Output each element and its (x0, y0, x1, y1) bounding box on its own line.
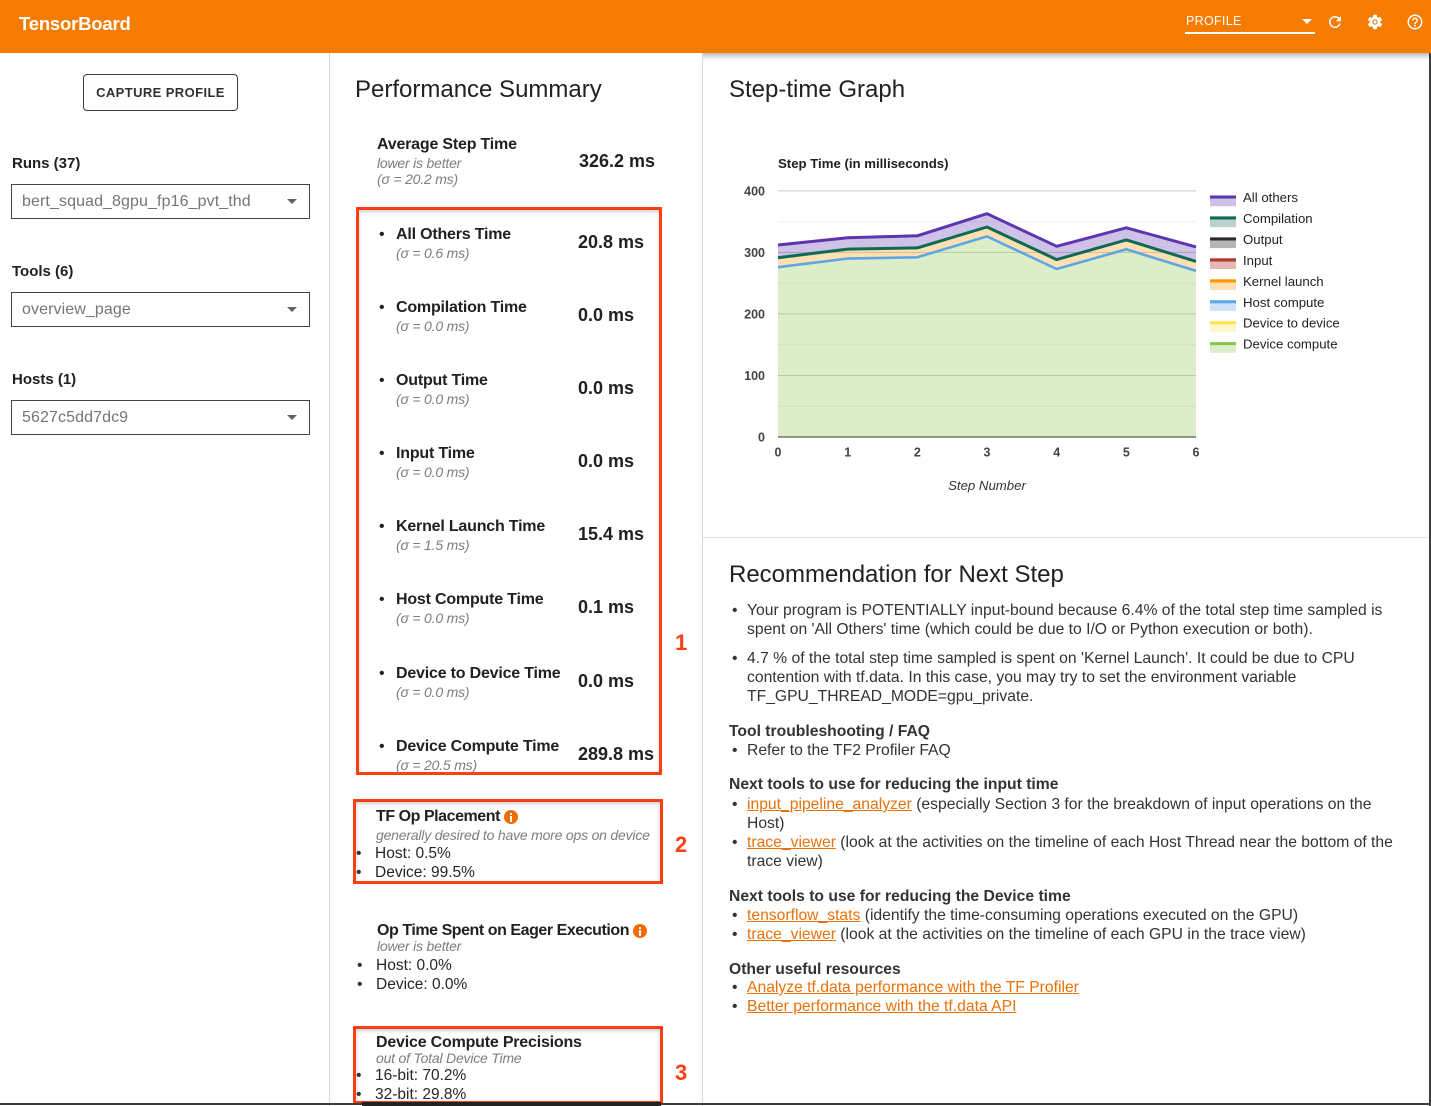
svg-text:4: 4 (1053, 446, 1060, 460)
svg-text:0: 0 (758, 431, 765, 445)
svg-text:200: 200 (744, 307, 765, 321)
svg-text:Device to device: Device to device (1243, 316, 1340, 331)
svg-text:Kernel launch: Kernel launch (1243, 274, 1324, 289)
svg-text:Input: Input (1243, 253, 1273, 268)
svg-text:Step Time (in milliseconds): Step Time (in milliseconds) (778, 156, 949, 171)
svg-text:Compilation: Compilation (1243, 211, 1313, 226)
svg-text:Device compute: Device compute (1243, 337, 1338, 352)
svg-text:3: 3 (984, 446, 991, 460)
svg-text:Host compute: Host compute (1243, 295, 1324, 310)
svg-text:2: 2 (914, 446, 921, 460)
svg-text:Output: Output (1243, 232, 1283, 247)
svg-text:100: 100 (744, 369, 765, 383)
svg-text:1: 1 (844, 446, 851, 460)
svg-text:400: 400 (744, 184, 765, 198)
svg-text:Step Number: Step Number (948, 478, 1026, 493)
svg-text:5: 5 (1123, 446, 1130, 460)
svg-text:300: 300 (744, 246, 765, 260)
svg-text:6: 6 (1193, 446, 1200, 460)
svg-text:All others: All others (1243, 190, 1298, 205)
svg-text:0: 0 (775, 446, 782, 460)
